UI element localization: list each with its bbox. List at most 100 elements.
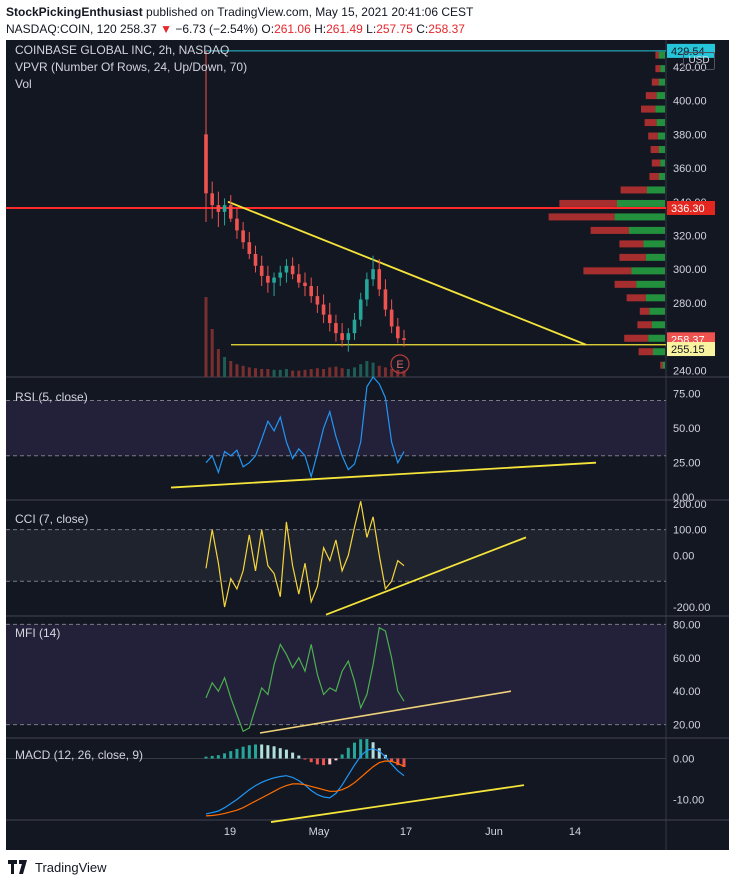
candle-body — [297, 274, 301, 283]
candle-body — [377, 269, 382, 290]
candle-body — [266, 275, 270, 283]
low-value: 257.75 — [376, 22, 413, 36]
candle-body — [222, 205, 227, 212]
vpvr-up-bar — [651, 321, 665, 329]
author-name[interactable]: StockPickingEnthusiast — [6, 5, 143, 19]
cci-title[interactable]: CCI (7, close) — [15, 512, 88, 526]
mfi-tick-label: 20.00 — [673, 720, 701, 732]
price-tick-label: 300.00 — [673, 264, 707, 276]
candle-body — [259, 265, 264, 276]
macd-tick-label: 0.00 — [673, 754, 694, 766]
vpvr-up-bar — [631, 267, 665, 275]
volume-bar — [235, 364, 239, 377]
candle-body — [241, 230, 245, 243]
vpvr-down-bar — [638, 348, 653, 356]
vpvr-up-bar — [653, 348, 665, 356]
mfi-band — [6, 624, 666, 725]
support-price-label: 255.15 — [671, 344, 705, 356]
symbol-interval: NASDAQ:COIN, 120 — [6, 22, 117, 36]
price-tick-label: 360.00 — [673, 163, 707, 175]
candle-body — [321, 304, 326, 315]
earnings-marker-label: E — [396, 359, 403, 371]
macd-histogram-bar — [334, 758, 338, 761]
candle-body — [210, 193, 214, 206]
price-pane-title: COINBASE GLOBAL INC, 2h, NASDAQ — [15, 43, 230, 57]
macd-trendline — [270, 784, 525, 823]
macd-histogram-bar — [278, 748, 282, 759]
candle-body — [253, 253, 258, 266]
vpvr-up-bar — [660, 159, 665, 167]
vpvr-up-bar — [657, 132, 665, 140]
volume-bar — [322, 369, 326, 377]
chart-area[interactable]: E240.00260.00280.00300.00320.00360.00380… — [6, 40, 729, 850]
vpvr-up-bar — [659, 51, 665, 59]
mfi-title[interactable]: MFI (14) — [15, 626, 60, 640]
vpvr-down-bar — [648, 132, 658, 140]
last-price: 258.37 — [120, 22, 157, 36]
candle-body — [228, 205, 233, 219]
rsi-tick-label: 50.00 — [673, 423, 701, 435]
candle-body — [272, 277, 276, 283]
macd-histogram-bar — [309, 758, 313, 763]
cci-band — [6, 529, 666, 582]
vpvr-down-bar — [650, 146, 659, 154]
volume-bar — [278, 369, 282, 377]
price-tick-label: 280.00 — [673, 298, 707, 310]
volume-bar — [303, 369, 307, 377]
low-label: L: — [366, 22, 377, 36]
macd-histogram-bar — [272, 746, 276, 759]
vpvr-up-bar — [655, 105, 665, 113]
macd-histogram-bar — [346, 747, 350, 759]
vpvr-down-bar — [614, 280, 637, 288]
price-tick-label: 380.00 — [673, 129, 707, 141]
macd-histogram-bar — [297, 755, 301, 759]
candle-body — [352, 319, 357, 334]
macd-histogram-bar — [390, 758, 394, 762]
macd-histogram-bar — [229, 751, 233, 759]
macd-histogram-bar — [204, 756, 208, 759]
macd-title[interactable]: MACD (12, 26, close, 9) — [15, 748, 143, 762]
vpvr-down-bar — [637, 321, 652, 329]
vpvr-up-bar — [660, 65, 665, 73]
macd-histogram-bar — [284, 749, 288, 759]
rsi-tick-label: 25.00 — [673, 458, 701, 470]
cci-tick-label: 200.00 — [673, 499, 707, 511]
candle-body — [389, 309, 394, 327]
vpvr-legend[interactable]: VPVR (Number Of Rows, 24, Up/Down, 70) — [15, 60, 247, 74]
vpvr-down-bar — [619, 253, 646, 261]
vpvr-down-bar — [655, 51, 659, 59]
volume-bar — [284, 369, 288, 377]
volume-bar — [223, 357, 227, 377]
high-value: 261.49 — [326, 22, 363, 36]
rsi-title[interactable]: RSI (5, close) — [15, 390, 88, 404]
candle-body — [365, 279, 369, 300]
volume-bar — [247, 367, 251, 377]
publisher-line: StockPickingEnthusiast published on Trad… — [6, 5, 473, 19]
candle-body — [334, 323, 338, 334]
volume-bar — [359, 364, 363, 377]
candle-body — [204, 134, 208, 194]
footer: TradingView — [8, 856, 107, 878]
vpvr-down-bar — [651, 78, 659, 86]
vpvr-up-bar — [614, 213, 665, 221]
candle-body — [396, 326, 400, 339]
volume-legend[interactable]: Vol — [15, 77, 32, 91]
vpvr-up-bar — [656, 119, 665, 127]
vpvr-down-bar — [583, 267, 632, 275]
vpvr-up-bar — [659, 172, 665, 180]
vpvr-down-bar — [651, 159, 661, 167]
chart-svg[interactable]: E240.00260.00280.00300.00320.00360.00380… — [6, 40, 729, 850]
vpvr-down-bar — [548, 213, 615, 221]
currency-button[interactable]: USD — [683, 52, 715, 70]
vpvr-down-bar — [641, 105, 656, 113]
vpvr-down-bar — [620, 186, 647, 194]
vpvr-down-bar — [655, 65, 661, 73]
macd-histogram-bar — [377, 748, 381, 759]
change-arrow: ▼ — [160, 22, 172, 36]
close-label: C: — [416, 22, 429, 36]
macd-histogram-bar — [371, 742, 375, 759]
volume-bar — [315, 368, 319, 377]
volume-bar — [353, 367, 356, 377]
macd-histogram-bar — [365, 738, 369, 759]
macd-histogram-bar — [216, 755, 220, 759]
